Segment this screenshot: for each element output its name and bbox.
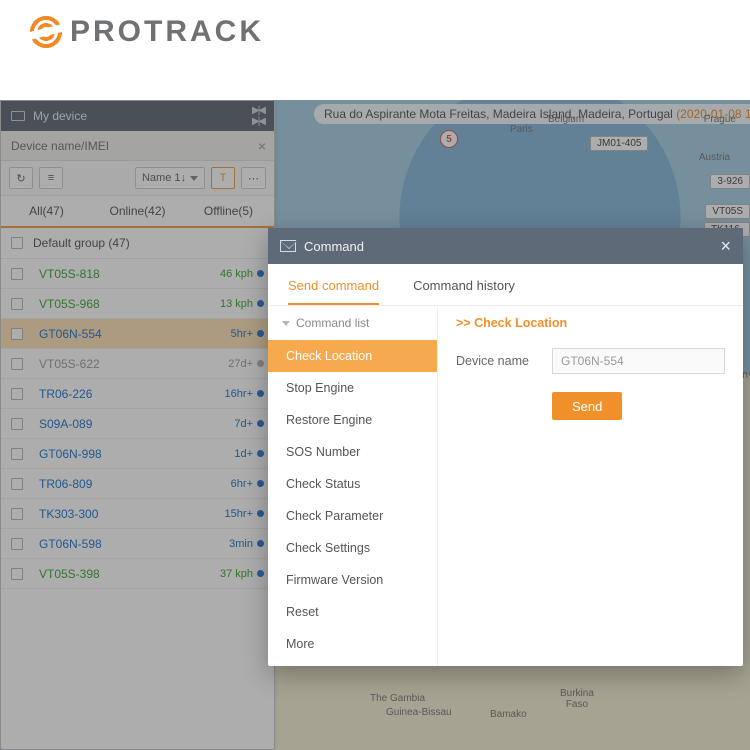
logo-text: PROTRACK bbox=[70, 15, 264, 49]
modal-header: Command × bbox=[268, 228, 743, 264]
command-item[interactable]: Check Location bbox=[268, 340, 437, 372]
modal-tabs: Send command Command history bbox=[268, 264, 743, 306]
brand-logo: PROTRACK bbox=[0, 0, 750, 60]
tab-command-history[interactable]: Command history bbox=[413, 278, 515, 305]
command-item[interactable]: Restore Engine bbox=[268, 404, 437, 436]
device-name-input[interactable] bbox=[552, 348, 725, 374]
command-icon bbox=[280, 240, 296, 252]
command-crumb: >> Check Location bbox=[456, 316, 725, 330]
command-item[interactable]: Firmware Version bbox=[268, 564, 437, 596]
command-item[interactable]: Reset bbox=[268, 596, 437, 628]
command-item[interactable]: SOS Number bbox=[268, 436, 437, 468]
close-icon[interactable]: × bbox=[720, 236, 731, 257]
command-item[interactable]: Check Status bbox=[268, 468, 437, 500]
command-item[interactable]: More bbox=[268, 628, 437, 660]
command-item[interactable]: Check Parameter bbox=[268, 500, 437, 532]
send-button[interactable]: Send bbox=[552, 392, 622, 420]
command-list-header[interactable]: Command list bbox=[268, 306, 437, 340]
command-modal: Command × Send command Command history C… bbox=[268, 228, 743, 666]
command-detail-column: >> Check Location Device name Send bbox=[438, 306, 743, 666]
device-name-label: Device name bbox=[456, 354, 540, 368]
command-list-column: Command list Check LocationStop EngineRe… bbox=[268, 306, 438, 666]
modal-title: Command bbox=[304, 239, 364, 254]
tab-send-command[interactable]: Send command bbox=[288, 278, 379, 305]
logo-mark-icon bbox=[28, 14, 64, 50]
command-item[interactable]: Check Settings bbox=[268, 532, 437, 564]
app-frame: Rua do Aspirante Mota Freitas, Madeira I… bbox=[0, 100, 750, 750]
command-item[interactable]: Stop Engine bbox=[268, 372, 437, 404]
